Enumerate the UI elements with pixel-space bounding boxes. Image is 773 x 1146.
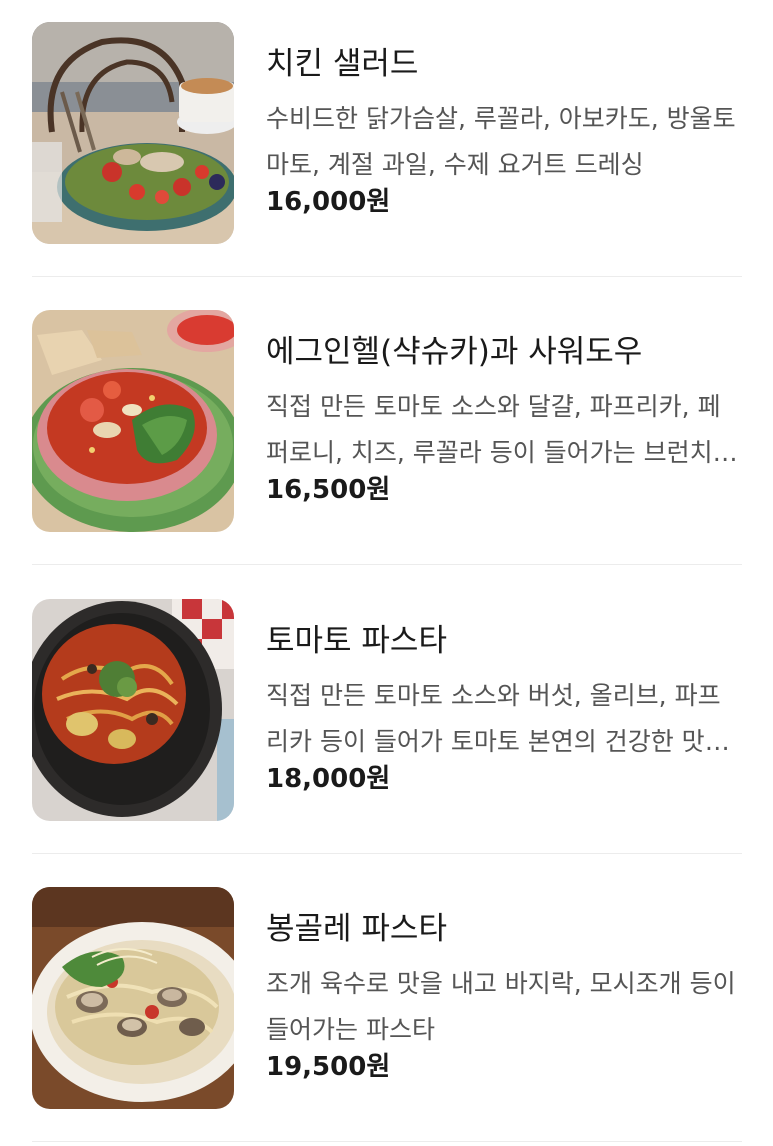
menu-item-tomato-pasta[interactable]: 토마토 파스타 직접 만든 토마토 소스와 버섯, 올리브, 파프리카 등이 들…	[32, 577, 742, 865]
menu-item-price: 18,000원	[266, 764, 391, 794]
menu-item-name: 봉골레 파스타	[266, 911, 447, 947]
menu-item-vongole-pasta[interactable]: 봉골레 파스타 조개 육수로 맛을 내고 바지락, 모시조개 등이 들어가는 파…	[32, 865, 742, 1146]
egg-in-hell-photo	[32, 310, 234, 532]
menu-item-chicken-salad[interactable]: 치킨 샐러드 수비드한 닭가슴살, 루꼴라, 아보카도, 방울토마토, 계절 과…	[32, 0, 742, 288]
divider	[32, 1141, 742, 1142]
menu-item-description: 조개 육수로 맛을 내고 바지락, 모시조개 등이 들어가는 파스타	[266, 969, 736, 1044]
menu-item-name: 토마토 파스타	[266, 623, 447, 659]
vongole-pasta-photo	[32, 887, 234, 1109]
menu-item-price: 16,500원	[266, 475, 391, 505]
menu-item-price: 19,500원	[266, 1052, 391, 1082]
divider	[32, 853, 742, 854]
menu-item-description: 직접 만든 토마토 소스와 달걀, 파프리카, 페퍼로니, 치즈, 루꼴라 등이…	[266, 392, 721, 467]
divider	[32, 276, 742, 277]
menu-item-description: 직접 만든 토마토 소스와 버섯, 올리브, 파프리카 등이 들어가 토마토 본…	[266, 681, 728, 756]
menu-item-name: 치킨 샐러드	[266, 46, 419, 82]
tomato-pasta-photo	[32, 599, 234, 821]
menu-item-name: 에그인헬(샥슈카)과 사워도우	[266, 334, 643, 370]
divider	[32, 564, 742, 565]
menu-list: 치킨 샐러드 수비드한 닭가슴살, 루꼴라, 아보카도, 방울토마토, 계절 과…	[0, 0, 773, 1146]
chicken-salad-photo	[32, 22, 234, 244]
menu-item-description: 수비드한 닭가슴살, 루꼴라, 아보카도, 방울토마토, 계절 과일, 수제 요…	[266, 104, 736, 179]
menu-item-egg-in-hell[interactable]: 에그인헬(샥슈카)과 사워도우 직접 만든 토마토 소스와 달걀, 파프리카, …	[32, 288, 742, 576]
menu-item-price: 16,000원	[266, 187, 391, 217]
